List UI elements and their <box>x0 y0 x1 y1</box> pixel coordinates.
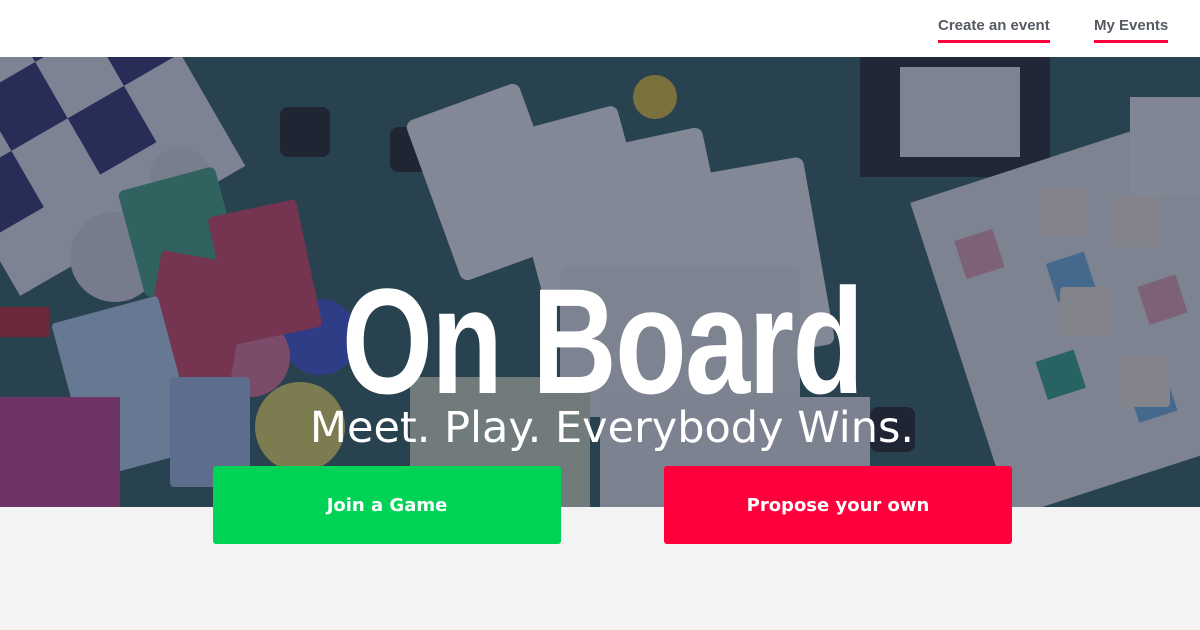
hero-title: On Board <box>341 256 864 425</box>
hero-banner: On Board Meet. Play. Everybody Wins. <box>0 57 1200 507</box>
my-events-link[interactable]: My Events <box>1094 17 1169 43</box>
create-event-link[interactable]: Create an event <box>938 17 1050 43</box>
hero-tagline: Meet. Play. Everybody Wins. <box>309 403 915 453</box>
join-game-button[interactable]: Join a Game <box>213 466 561 544</box>
propose-game-button[interactable]: Propose your own <box>664 466 1012 544</box>
top-navigation: Create an event My Events <box>0 0 1200 57</box>
